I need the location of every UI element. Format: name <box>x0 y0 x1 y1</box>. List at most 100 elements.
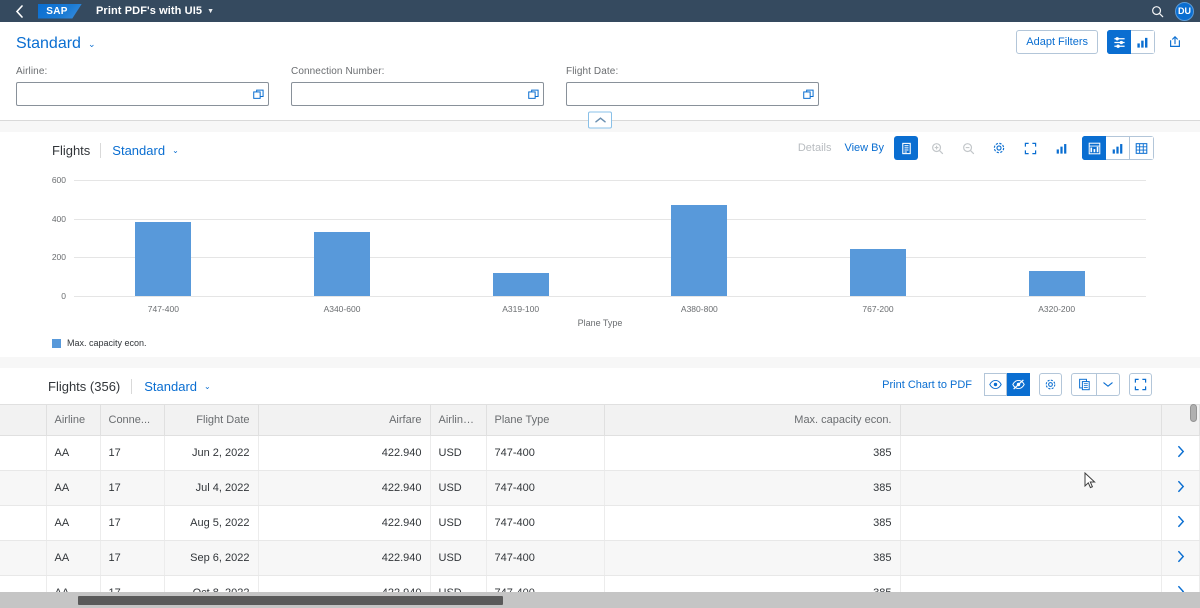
chart-bar-slot <box>610 180 789 296</box>
chart-bar[interactable] <box>1028 270 1085 296</box>
export-menu-button[interactable] <box>1097 373 1120 396</box>
display-mode-chart[interactable] <box>1106 136 1130 160</box>
table-column-header[interactable]: Max. capacity econ. <box>604 404 901 436</box>
back-button[interactable] <box>8 0 30 22</box>
toggle-filter-view[interactable] <box>1107 30 1131 54</box>
chart-bar[interactable] <box>135 221 192 296</box>
flights-table: Airline Conne... Flight Date Airfare Airline… <box>0 404 1200 608</box>
scrollbar-thumb[interactable] <box>78 595 503 605</box>
airline-input[interactable] <box>17 83 248 105</box>
chart-bar[interactable] <box>671 205 728 296</box>
table-cell <box>900 505 1162 541</box>
chart-view-by-button[interactable]: View By <box>841 142 887 154</box>
connection-number-input[interactable] <box>292 83 523 105</box>
table-column-header[interactable] <box>900 404 1162 436</box>
avatar[interactable]: DU <box>1175 1 1194 21</box>
chart-zoom-out-button[interactable] <box>956 136 980 160</box>
chart-plot-area[interactable]: 600 400 200 0 747-400 A340-600 A319-100 A380-8… <box>0 172 1200 322</box>
filter-variant-selector[interactable]: Standard ⌄ <box>16 35 95 53</box>
page-horizontal-scrollbar[interactable] <box>0 592 1200 608</box>
chevron-right-icon <box>1177 445 1184 458</box>
chart-bar[interactable] <box>492 272 549 296</box>
scrollbar-thumb[interactable] <box>1190 404 1197 422</box>
table-cell: 17 <box>100 540 165 576</box>
table-variant-selector[interactable]: Standard ⌄ <box>131 378 211 394</box>
hybrid-view-icon <box>1088 142 1100 154</box>
chart-bar-slot <box>789 180 968 296</box>
flight-date-input[interactable] <box>567 83 798 105</box>
chart-x-tick-label: A320-200 <box>1038 304 1076 314</box>
print-chart-to-pdf-button[interactable]: Print Chart to PDF <box>879 379 975 391</box>
table-row[interactable]: AA 17 Jul 4, 2022 422.940 USD 747-400 385 <box>0 470 1200 506</box>
sap-logo[interactable]: SAP <box>38 3 82 19</box>
table-vertical-scrollbar[interactable] <box>1190 404 1197 597</box>
share-button[interactable] <box>1164 31 1186 53</box>
table-column-header[interactable] <box>0 404 47 436</box>
connection-number-value-help-button[interactable] <box>523 83 543 105</box>
table-column-header[interactable]: Plane Type <box>486 404 605 436</box>
chart-plot-inner: 600 400 200 0 <box>52 175 1146 301</box>
chart-variant-selector[interactable]: Standard ⌄ <box>100 142 179 158</box>
table-row[interactable]: AA 17 Jun 2, 2022 422.940 USD 747-400 385 <box>0 435 1200 471</box>
table-column-header[interactable]: Airline Cu... <box>430 404 487 436</box>
table-column-header[interactable]: Flight Date <box>164 404 259 436</box>
flight-date-label: Flight Date: <box>566 66 619 77</box>
table-column-header[interactable]: Conne... <box>100 404 165 436</box>
table-column-header[interactable]: Airfare <box>258 404 431 436</box>
filter-list-icon <box>1113 36 1125 48</box>
chart-zoom-in-button[interactable] <box>925 136 949 160</box>
table-settings-button[interactable] <box>1039 373 1062 396</box>
chart-bar-slot <box>253 180 432 296</box>
chart-type-button[interactable] <box>1049 136 1073 160</box>
flight-date-value-help-button[interactable] <box>798 83 818 105</box>
chart-legend-button[interactable] <box>894 136 918 160</box>
table-cell: AA <box>46 505 101 541</box>
display-mode-hybrid[interactable] <box>1082 136 1106 160</box>
chart-variant-label: Standard <box>112 142 166 158</box>
zoom-in-icon <box>931 142 943 154</box>
search-button[interactable] <box>1149 3 1165 19</box>
display-mode-table[interactable] <box>1130 136 1154 160</box>
chart-details-button[interactable]: Details <box>795 142 835 154</box>
chart-x-tick-label: A340-600 <box>323 304 361 314</box>
fullscreen-icon <box>1134 378 1147 391</box>
app-title[interactable]: Print PDF's with UI5 ▼ <box>96 5 214 17</box>
airline-value-help-button[interactable] <box>248 83 268 105</box>
table-cell: Jun 2, 2022 <box>164 435 259 471</box>
table-cell: 17 <box>100 470 165 506</box>
chart-y-tick-label: 400 <box>51 213 66 224</box>
table-header-row: Airline Conne... Flight Date Airfare Airline… <box>0 404 1200 436</box>
chevron-right-icon <box>1177 550 1184 563</box>
toggle-chart-view[interactable] <box>1131 30 1155 54</box>
table-row[interactable]: AA 17 Aug 5, 2022 422.940 USD 747-400 385 <box>0 505 1200 541</box>
chart-bar[interactable] <box>314 232 370 296</box>
table-fullscreen-button[interactable] <box>1129 373 1152 396</box>
shell-header: SAP Print PDF's with UI5 ▼ DU <box>0 0 1200 22</box>
value-help-icon <box>802 89 814 99</box>
table-cell: 422.940 <box>258 505 431 541</box>
hide-chart-button[interactable] <box>1007 373 1030 396</box>
chart-settings-button[interactable] <box>987 136 1011 160</box>
table-head-row-group: Airline Conne... Flight Date Airfare Airline… <box>0 404 1200 436</box>
export-button[interactable] <box>1071 373 1097 396</box>
visibility-toggle-group <box>984 373 1030 396</box>
chart-fullscreen-button[interactable] <box>1018 136 1042 160</box>
table-cell <box>0 505 47 541</box>
table-cell: 747-400 <box>486 470 605 506</box>
table-view-icon <box>1135 142 1148 154</box>
table-cell: 747-400 <box>486 435 605 471</box>
export-split-button <box>1071 373 1120 396</box>
adapt-filters-button[interactable]: Adapt Filters <box>1016 30 1098 54</box>
table-cell: 747-400 <box>486 540 605 576</box>
filter-field-airline: Airline: <box>16 66 269 106</box>
table-variant-label: Standard <box>144 378 198 394</box>
chart-bar[interactable] <box>850 248 907 296</box>
table-column-header[interactable]: Airline <box>46 404 101 436</box>
chart-x-tick-label: A380-800 <box>680 304 718 314</box>
table-row[interactable]: AA 17 Sep 6, 2022 422.940 USD 747-400 385 <box>0 540 1200 576</box>
filter-bar-collapse-button[interactable] <box>588 111 612 129</box>
show-chart-button[interactable] <box>984 373 1007 396</box>
chevron-right-icon <box>1177 515 1184 528</box>
table-cell: Sep 6, 2022 <box>164 540 259 576</box>
chevron-down-icon: ⌄ <box>172 145 179 155</box>
